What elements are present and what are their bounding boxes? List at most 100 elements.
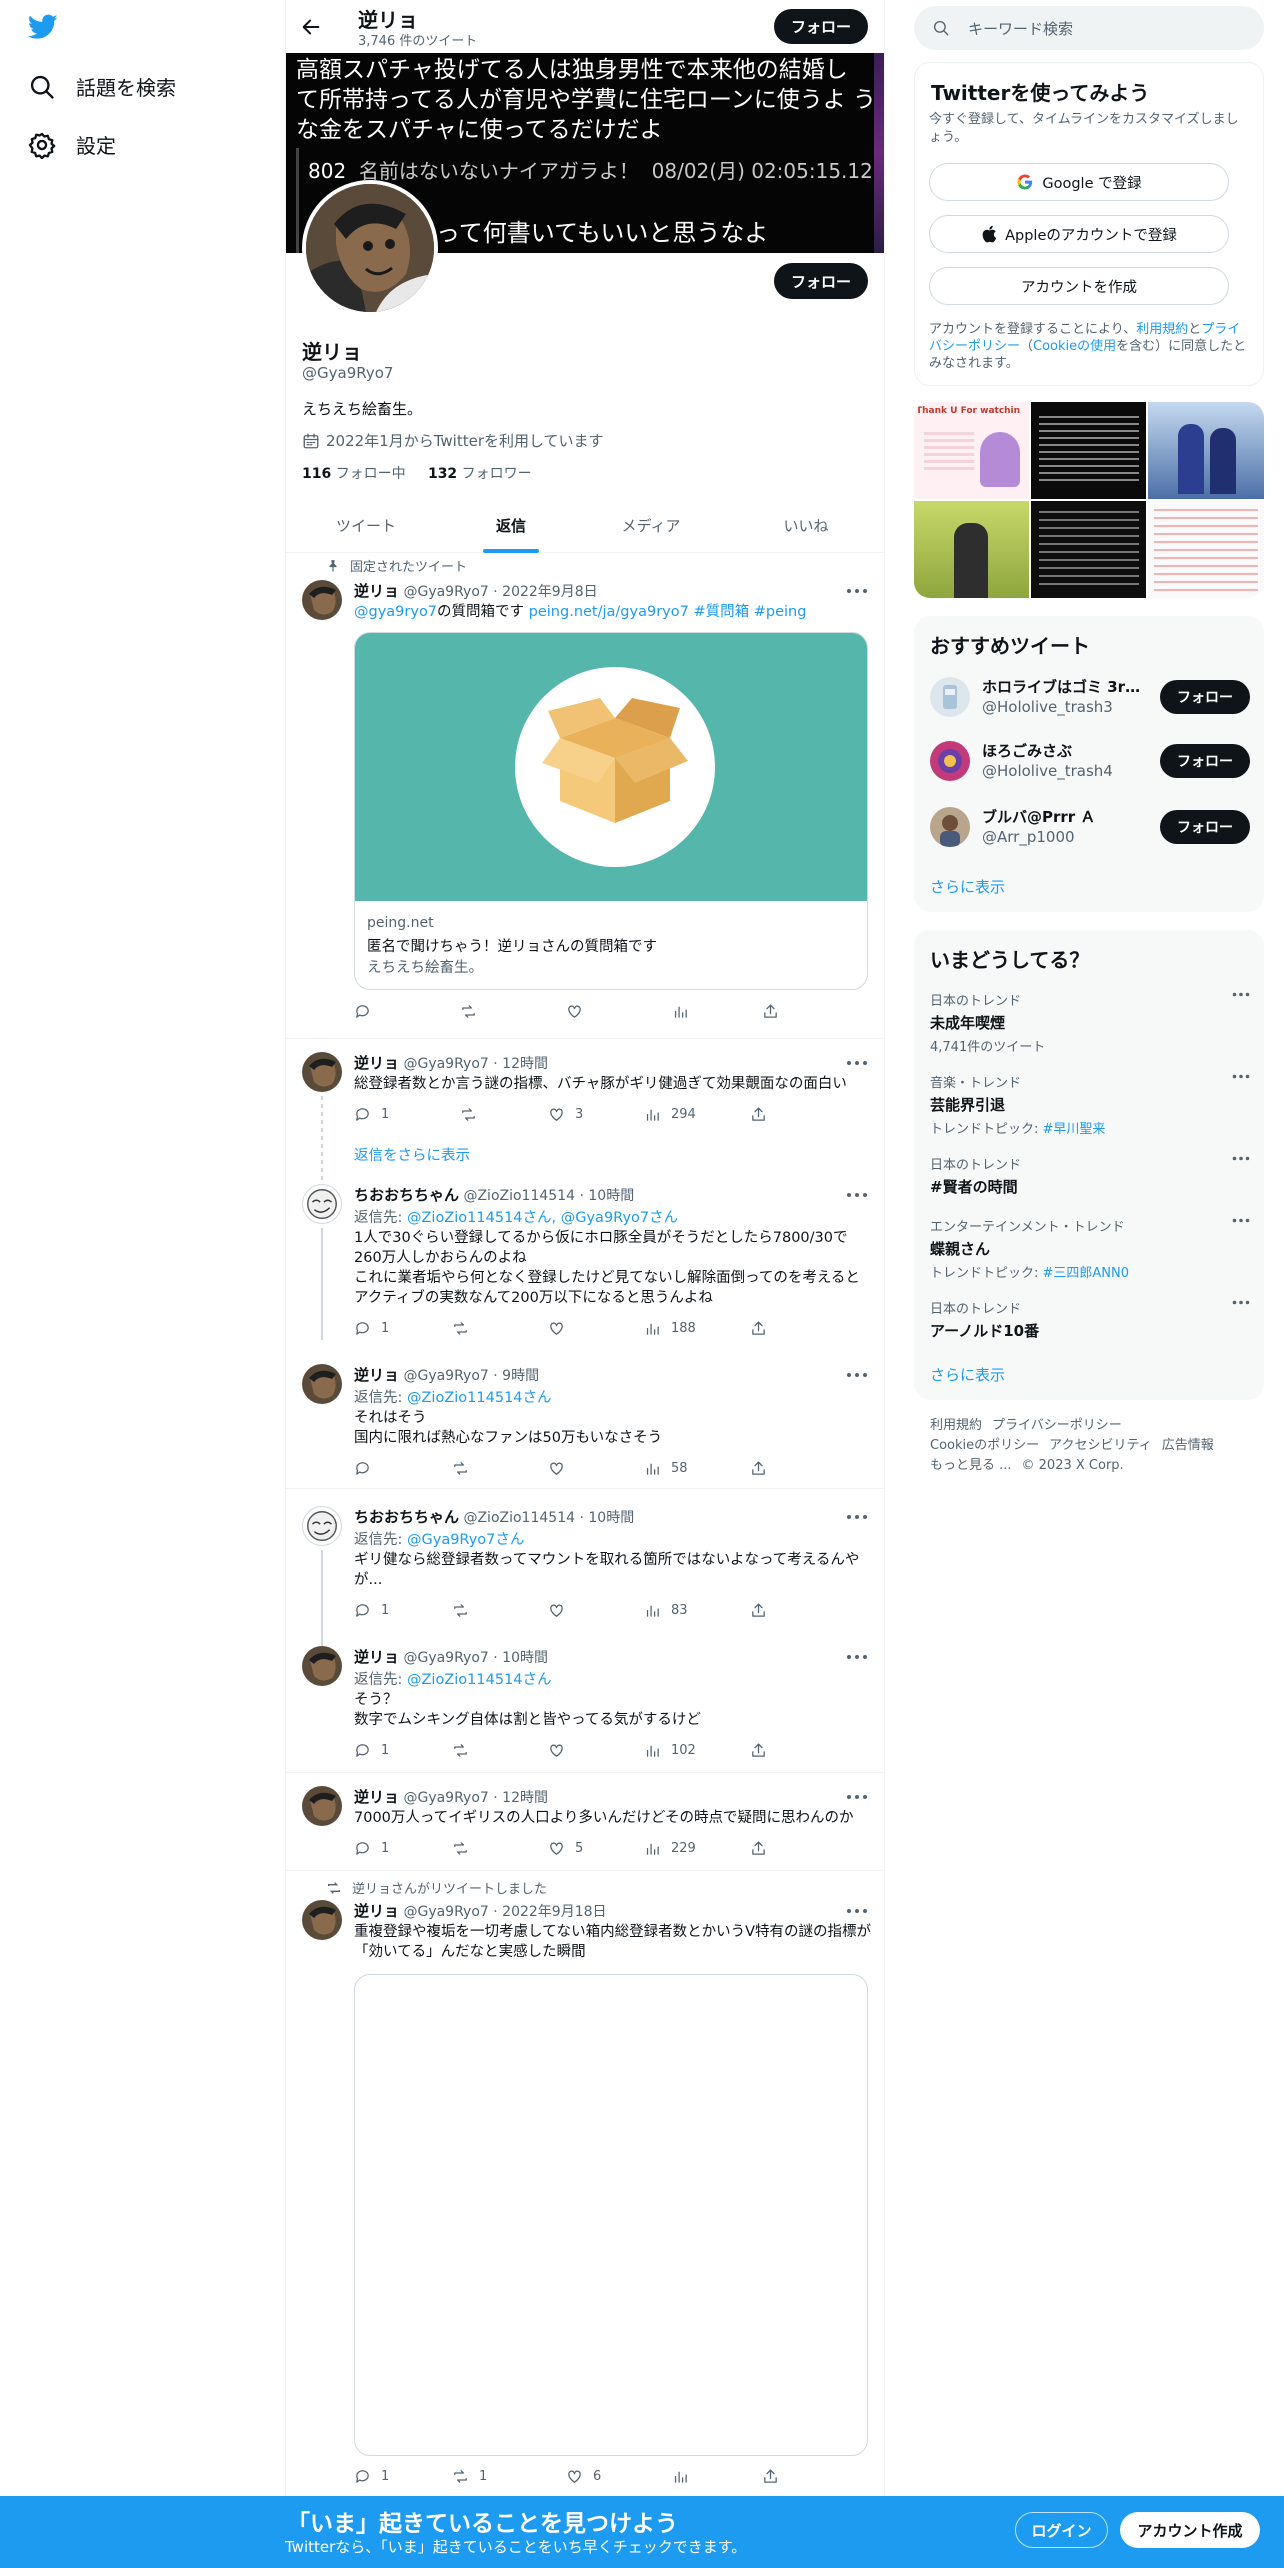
follow-button[interactable]: フォロー [1160,810,1250,844]
retweet-button[interactable] [452,1460,469,1477]
recommended-user[interactable]: ホロライブはゴミ 3rd... @Hololive_trash3 フォロー [930,672,1250,722]
search-input[interactable]: キーワード検索 [914,6,1264,50]
tweet-handle[interactable]: @Gya9Ryo7 [403,1368,488,1384]
share-button[interactable] [750,1460,767,1477]
views-button[interactable] [672,2468,689,2485]
tweet[interactable]: ちおおちちゃん @ZioZio114514 · 10時間 返信先: @ZioZi… [286,1180,884,1350]
tab-media[interactable]: メディア [576,498,726,553]
views-button[interactable]: 188 [644,1320,696,1337]
tweet-time[interactable]: 12時間 [502,1056,548,1072]
tweet-time[interactable]: 10時間 [502,1650,548,1666]
tweet[interactable]: ちおおちちゃん @ZioZio114514 · 10時間 返信先: @Gya9R… [286,1502,884,1648]
mention-link[interactable]: @gya9ryo7 [354,604,437,620]
trends-show-more[interactable]: さらに表示 [930,1364,1005,1385]
tweet-avatar[interactable] [302,1786,342,1826]
media-thumb[interactable] [1148,501,1264,598]
back-arrow-icon[interactable] [300,16,322,38]
tweet-avatar[interactable] [302,1506,342,1546]
media-thumb[interactable] [914,501,1029,598]
signup-button[interactable]: アカウント作成 [1120,2512,1260,2548]
trend-item[interactable]: エンターテインメント・トレンド 蝶親さん トレンドトピック: #三四郎ANN0 [930,1216,1250,1281]
followers-link[interactable]: 132 フォロワー [428,466,532,482]
recommended-user[interactable]: ほろごみさぶ @Hololive_trash4 フォロー [930,736,1250,786]
like-button[interactable] [566,1003,583,1020]
like-button[interactable]: 3 [548,1106,583,1123]
nav-settings[interactable]: 設定 [28,130,116,159]
reply-button[interactable] [354,1003,371,1020]
reply-button[interactable]: 1 [354,1320,389,1337]
tweet-avatar[interactable] [302,1900,342,1940]
trend-item[interactable]: 音楽・トレンド 芸能界引退 トレンドトピック: #早川聖来 [930,1072,1250,1137]
more-icon[interactable] [846,1794,868,1800]
tweet-handle[interactable]: @Gya9Ryo7 [403,1790,488,1806]
tweet-handle[interactable]: @ZioZio114514 [463,1510,575,1526]
follow-button[interactable]: フォロー [1160,744,1250,778]
tweet[interactable]: 逆リョ @Gya9Ryo7 · 10時間 返信先: @ZioZio114514さ… [286,1642,884,1767]
reply-button[interactable]: 1 [354,2468,389,2485]
media-thumb[interactable] [1148,402,1264,499]
retweet-button[interactable] [452,1602,469,1619]
retweet-button[interactable] [460,1106,487,1123]
retweet-button[interactable] [452,1742,469,1759]
footer-link[interactable]: Cookieのポリシー [930,1438,1039,1453]
media-placeholder[interactable] [354,1974,868,2456]
more-icon[interactable] [846,1654,868,1660]
google-signup-button[interactable]: Google で登録 [929,163,1229,201]
recommended-show-more[interactable]: さらに表示 [930,876,1005,897]
follow-button[interactable]: フォロー [1160,680,1250,714]
like-button[interactable]: 5 [548,1840,583,1857]
share-button[interactable] [750,1742,767,1759]
tweet-time[interactable]: 2022年9月8日 [502,584,597,600]
share-button[interactable] [762,1003,779,1020]
views-button[interactable]: 229 [644,1840,696,1857]
reply-to-link[interactable]: @ZioZio114514さん, @Gya9Ryo7さん [407,1210,678,1226]
reply-button[interactable]: 1 [354,1742,389,1759]
more-icon[interactable] [1232,1156,1250,1161]
share-button[interactable] [750,1106,767,1123]
views-button[interactable] [672,1003,689,1020]
tweet-avatar[interactable] [302,1052,342,1092]
like-button[interactable] [548,1742,565,1759]
like-button[interactable] [548,1320,565,1337]
trend-topic-link[interactable]: #三四郎ANN0 [1043,1266,1130,1281]
tweet-author[interactable]: 逆リョ [354,582,399,600]
more-icon[interactable] [1232,1300,1250,1305]
footer-link[interactable]: 広告情報 [1162,1438,1214,1453]
tab-likes[interactable]: いいね [726,498,884,553]
tweet-handle[interactable]: @Gya9Ryo7 [403,1904,488,1920]
trend-item[interactable]: 日本のトレンド アーノルド10番 [930,1298,1250,1341]
more-icon[interactable] [1232,1218,1250,1223]
more-icon[interactable] [1232,992,1250,997]
tweet[interactable]: 逆リョ @Gya9Ryo7 · 12時間 総登録者数とか言う謎の指標、バチャ豚が… [286,1048,884,1200]
tweet-time[interactable]: 9時間 [502,1368,539,1384]
reply-button[interactable]: 1 [354,1602,389,1619]
like-button[interactable] [548,1460,565,1477]
footer-link[interactable]: 利用規約 [930,1418,982,1433]
tweet-author[interactable]: ちおおちちゃん [354,1508,459,1526]
tweet-avatar[interactable] [302,580,342,620]
footer-link[interactable]: プライバシーポリシー [992,1418,1122,1433]
footer-link[interactable]: アクセシビリティ [1049,1438,1152,1453]
footer-link[interactable]: もっと見る ... [930,1458,1012,1473]
tweet-author[interactable]: ちおおちちゃん [354,1186,459,1204]
reply-button[interactable]: 1 [354,1106,389,1123]
tweet-avatar[interactable] [302,1646,342,1686]
login-button[interactable]: ログイン [1015,2512,1108,2548]
retweet-button[interactable]: 1 [452,2468,487,2485]
views-button[interactable]: 102 [644,1742,696,1759]
tab-replies[interactable]: 返信 [446,498,576,553]
retweet-button[interactable] [452,1840,469,1857]
recommended-user[interactable]: ブルバ@Prrr Ａ @Arr_p1000 フォロー [930,802,1250,852]
retweet-button[interactable] [452,1320,469,1337]
trend-item[interactable]: 日本のトレンド 未成年喫煙 4,741件のツイート [930,990,1250,1055]
show-more-replies[interactable]: 返信をさらに表示 [354,1144,470,1165]
tweet-avatar[interactable] [302,1364,342,1404]
tweet[interactable]: 逆リョ @Gya9Ryo7 · 12時間 7000万人ってイギリスの人口より多い… [286,1782,884,1874]
tweet-time[interactable]: 10時間 [588,1188,634,1204]
tweet-handle[interactable]: @Gya9Ryo7 [403,584,488,600]
share-button[interactable] [750,1320,767,1337]
like-button[interactable] [548,1602,565,1619]
profile-follow-button[interactable]: フォロー [774,263,868,299]
tweet-time[interactable]: 10時間 [588,1510,634,1526]
tweet[interactable]: 逆リョさんがリツイートしました 逆リョ @Gya9Ryo7 · 2022年9月1… [286,1876,884,2496]
